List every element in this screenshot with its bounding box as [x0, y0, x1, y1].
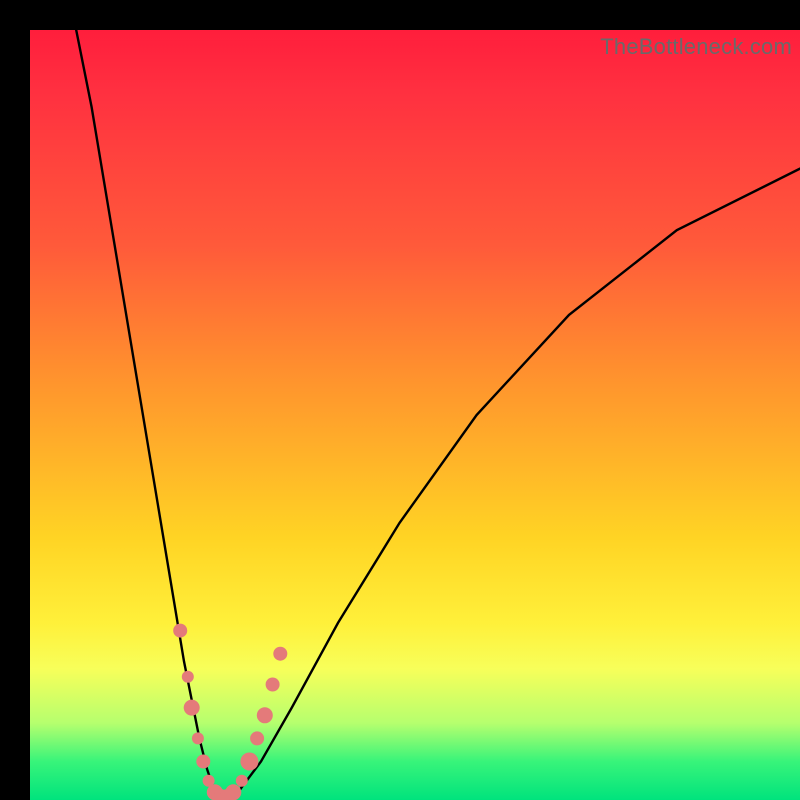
- marker-dot: [196, 755, 210, 769]
- bottleneck-curve: [76, 30, 800, 800]
- plot-area: TheBottleneck.com: [30, 30, 800, 800]
- marker-dot: [273, 647, 287, 661]
- marker-group: [173, 624, 287, 800]
- marker-dot: [173, 624, 187, 638]
- marker-dot: [250, 731, 264, 745]
- marker-dot: [266, 678, 280, 692]
- marker-dot: [184, 700, 200, 716]
- marker-dot: [236, 775, 248, 787]
- marker-dot: [182, 671, 194, 683]
- curve-svg: [30, 30, 800, 800]
- marker-dot: [225, 784, 241, 800]
- marker-dot: [192, 732, 204, 744]
- marker-dot: [257, 707, 273, 723]
- chart-frame: TheBottleneck.com: [0, 0, 800, 800]
- marker-dot: [240, 753, 258, 771]
